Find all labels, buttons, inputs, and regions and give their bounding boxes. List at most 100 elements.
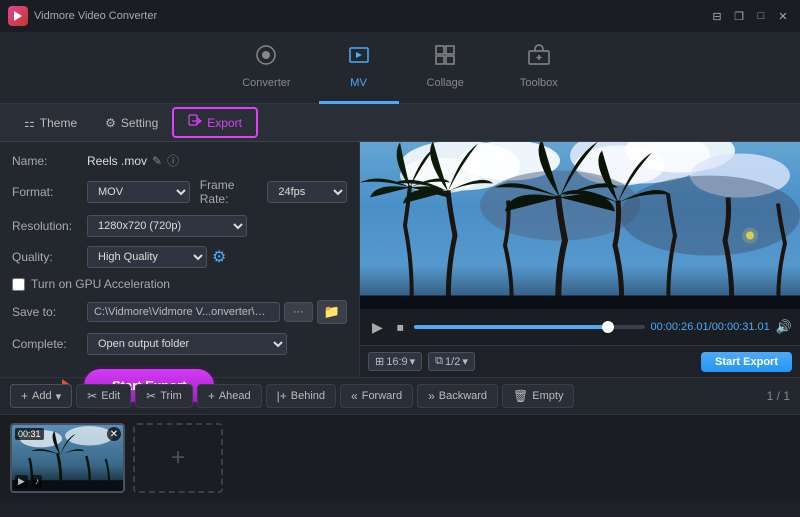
save-to-path: C:\Vidmore\Vidmore V...onverter\MV Expor… [87, 302, 280, 322]
nav-converter-label: Converter [242, 77, 290, 89]
resolution-row: Resolution: 1280x720 (720p) 1920x1080 (1… [12, 215, 347, 237]
restore-button[interactable]: ❐ [730, 7, 748, 25]
theme-label: Theme [40, 116, 77, 130]
empty-button[interactable]: 🗑 Empty [502, 384, 574, 408]
remove-clip-button[interactable]: ✕ [107, 427, 121, 441]
export-label: Export [207, 116, 242, 130]
backward-button[interactable]: » Backward [417, 384, 498, 408]
nav-collage[interactable]: Collage [399, 32, 492, 104]
nav-converter[interactable]: Converter [214, 32, 318, 104]
add-chevron: ▾ [56, 390, 62, 403]
format-label: Format: [12, 185, 87, 199]
clips-ratio-button[interactable]: ⧉ 1/2 ▾ [428, 352, 475, 371]
setting-button[interactable]: ⚙ Setting [91, 111, 172, 135]
add-button[interactable]: + Add ▾ [10, 384, 72, 408]
resolution-select[interactable]: 1280x720 (720p) 1920x1080 (1080p) 3840x2… [87, 215, 247, 237]
clip-audio-icon: ♪ [32, 475, 43, 488]
behind-button[interactable]: |+ Behind [266, 384, 336, 408]
trim-icon: ✂ [146, 389, 156, 403]
gpu-checkbox[interactable] [12, 278, 25, 291]
right-panel: ▶ ⏹ 00:00:26.01/00:00:31.01 🔊 ⊞ 16:9 ▾ ⧉… [360, 142, 800, 377]
mv-icon [347, 43, 371, 73]
quality-settings-button[interactable]: ⚙ [212, 247, 226, 267]
clip-icons: ▶ ♪ [15, 475, 42, 488]
video-background [360, 142, 800, 309]
toolbar: ⚏ Theme ⚙ Setting Export [0, 104, 800, 142]
edit-button[interactable]: ✂ Edit [76, 384, 131, 408]
forward-label: Forward [362, 390, 402, 402]
quality-select[interactable]: High Quality Medium Quality Low Quality [87, 246, 207, 268]
toolbox-icon [527, 43, 551, 73]
nav-collage-label: Collage [427, 77, 464, 89]
export-icon [188, 114, 202, 131]
save-to-row: Save to: C:\Vidmore\Vidmore V...onverter… [12, 300, 347, 324]
aspect-ratio-button[interactable]: ⊞ 16:9 ▾ [368, 352, 422, 371]
progress-bar[interactable] [414, 325, 645, 329]
gpu-label: Turn on GPU Acceleration [31, 277, 170, 291]
add-label: Add [32, 390, 52, 402]
play-button[interactable]: ▶ [368, 317, 387, 338]
open-folder-button[interactable]: 📁 [317, 300, 347, 324]
edit-icon[interactable]: ✎ [152, 154, 162, 168]
stop-button[interactable]: ⏹ [393, 317, 408, 338]
name-value-row: Reels .mov ✎ ⓘ [87, 152, 179, 169]
nav-toolbox-label: Toolbox [520, 77, 558, 89]
framerate-select[interactable]: 24fps 30fps 60fps [267, 181, 347, 203]
ahead-button[interactable]: + Ahead [197, 384, 262, 408]
trim-button[interactable]: ✂ Trim [135, 384, 193, 408]
collage-icon [433, 43, 457, 73]
edit-icon: ✂ [87, 389, 97, 403]
theme-icon: ⚏ [24, 116, 35, 130]
name-row: Name: Reels .mov ✎ ⓘ [12, 152, 347, 169]
empty-label: Empty [532, 390, 563, 402]
name-label: Name: [12, 154, 87, 168]
backward-icon: » [428, 389, 435, 403]
save-to-label: Save to: [12, 305, 87, 319]
add-clip-button[interactable]: + [133, 423, 223, 493]
complete-select[interactable]: Open output folder Do nothing Shut down [87, 333, 287, 355]
progress-thumb [602, 321, 614, 333]
converter-icon [254, 43, 278, 73]
info-icon[interactable]: ⓘ [167, 152, 179, 169]
start-export-small-button[interactable]: Start Export [701, 352, 792, 372]
maximize-button[interactable]: □ [752, 7, 770, 25]
clip-overlay: 00:31 ✕ ▶ ♪ [12, 425, 123, 491]
forward-button[interactable]: « Forward [340, 384, 413, 408]
framerate-label: Frame Rate: [200, 178, 262, 206]
trim-label: Trim [160, 390, 182, 402]
timeline: 00:31 ✕ ▶ ♪ + [0, 415, 800, 501]
main-area: Name: Reels .mov ✎ ⓘ Format: MOV MP4 AVI… [0, 142, 800, 377]
progress-fill [414, 325, 608, 329]
nav-mv[interactable]: MV [319, 32, 399, 104]
app-icon [8, 6, 28, 26]
complete-row: Complete: Open output folder Do nothing … [12, 333, 347, 355]
setting-icon: ⚙ [105, 116, 116, 130]
complete-label: Complete: [12, 337, 87, 351]
quality-label: Quality: [12, 250, 87, 264]
left-panel: Name: Reels .mov ✎ ⓘ Format: MOV MP4 AVI… [0, 142, 360, 377]
add-icon: + [21, 389, 28, 403]
export-button[interactable]: Export [172, 107, 258, 138]
video-controls: ▶ ⏹ 00:00:26.01/00:00:31.01 🔊 [360, 309, 800, 345]
timeline-clip[interactable]: 00:31 ✕ ▶ ♪ [10, 423, 125, 493]
minimize-button[interactable]: ⊟ [708, 7, 726, 25]
nav-mv-label: MV [350, 77, 367, 89]
nav-toolbox[interactable]: Toolbox [492, 32, 586, 104]
backward-label: Backward [439, 390, 487, 402]
time-display: 00:00:26.01/00:00:31.01 [651, 321, 770, 333]
title-bar: Vidmore Video Converter ⊟ ❐ □ ✕ [0, 0, 800, 32]
ahead-icon: + [208, 389, 215, 403]
close-button[interactable]: ✕ [774, 7, 792, 25]
behind-label: Behind [291, 390, 325, 402]
gpu-row: Turn on GPU Acceleration [12, 277, 347, 291]
video-controls2: ⊞ 16:9 ▾ ⧉ 1/2 ▾ Start Export [360, 345, 800, 377]
ahead-label: Ahead [219, 390, 251, 402]
format-select[interactable]: MOV MP4 AVI MKV [87, 181, 190, 203]
theme-button[interactable]: ⚏ Theme [10, 111, 91, 135]
setting-label: Setting [121, 116, 158, 130]
volume-button[interactable]: 🔊 [776, 319, 792, 335]
browse-dots-button[interactable]: ··· [284, 302, 313, 322]
video-scene [360, 142, 800, 309]
video-preview [360, 142, 800, 309]
aspect-chevron: ▾ [410, 355, 416, 368]
